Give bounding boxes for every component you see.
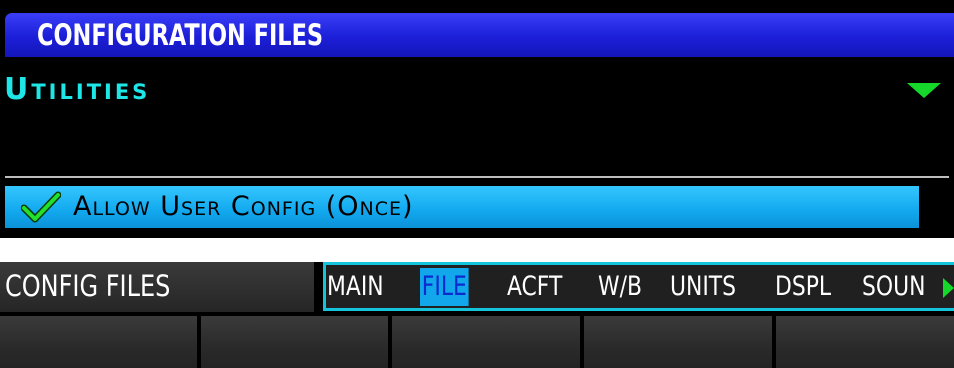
page-title: CONFIGURATION FILES <box>37 18 324 52</box>
tab-soun[interactable]: SOUN <box>862 268 925 306</box>
softkey-4[interactable] <box>584 316 772 368</box>
page-tab-strip: MAIN FILE ACFT W/B UNITS DSPL SOUN <box>323 262 954 311</box>
utilities-dropdown[interactable]: Utilities <box>0 66 954 126</box>
more-tabs-arrow-icon[interactable] <box>943 278 954 298</box>
title-bar: CONFIGURATION FILES <box>5 13 954 57</box>
utilities-label: Utilities <box>4 72 151 107</box>
page-name: CONFIG FILES <box>5 269 171 303</box>
softkey-5[interactable] <box>776 316 954 368</box>
softkey-3[interactable] <box>392 316 580 368</box>
tab-file[interactable]: FILE <box>420 268 469 306</box>
tab-wb[interactable]: W/B <box>598 268 642 306</box>
tab-dspl[interactable]: DSPL <box>775 268 831 306</box>
softkey-bar: CONFIG FILES MAIN FILE ACFT W/B UNITS DS… <box>0 262 954 368</box>
check-icon <box>21 191 61 223</box>
divider <box>5 176 949 178</box>
configuration-panel: CONFIGURATION FILES Utilities Allow User… <box>0 0 954 238</box>
allow-user-config-option[interactable]: Allow User Config (Once) <box>5 186 919 228</box>
softkey-2[interactable] <box>201 316 388 368</box>
screen-gap <box>0 238 954 262</box>
dropdown-arrow-icon[interactable] <box>907 83 941 98</box>
tab-main[interactable]: MAIN <box>327 268 384 306</box>
page-name-box: CONFIG FILES <box>0 262 314 312</box>
softkey-1[interactable] <box>0 316 197 368</box>
tab-acft[interactable]: ACFT <box>507 268 562 306</box>
tab-units[interactable]: UNITS <box>670 268 736 306</box>
option-label: Allow User Config (Once) <box>73 191 414 222</box>
